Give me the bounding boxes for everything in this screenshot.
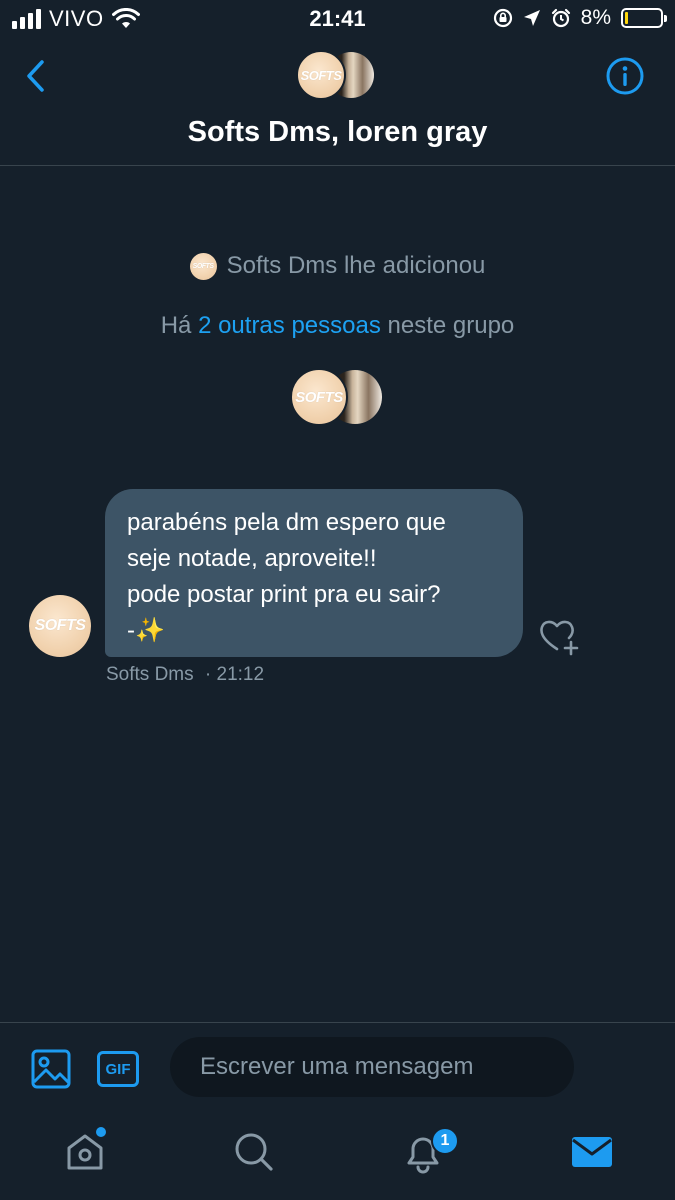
avatar-softs-dms: SOFTS (296, 50, 346, 100)
status-bar: VIVO 21:41 8% (0, 0, 675, 38)
group-info-prefix: Há (160, 312, 192, 339)
system-group-info: Há 2 outras pessoas neste grupo (0, 312, 675, 340)
system-added-message: SOFTS Softs Dms lhe adicionou (0, 252, 675, 280)
back-button[interactable] (20, 56, 52, 96)
avatar-softs-dms-center: SOFTS (290, 368, 348, 426)
orientation-lock-icon (493, 8, 512, 28)
avatar-softs-center-text: SOFTS (295, 388, 343, 406)
group-info-suffix: neste grupo (387, 312, 515, 339)
message-sender-avatar[interactable]: SOFTS (29, 595, 91, 657)
message-line: pode postar print pra eu sair? (127, 581, 441, 608)
battery-icon (621, 8, 667, 28)
message-line: parabéns pela dm espero que (127, 509, 446, 536)
info-button[interactable] (605, 56, 645, 96)
status-right: 8% (493, 6, 667, 30)
message-bubble[interactable]: parabéns pela dm espero que seje notade,… (105, 489, 523, 657)
voice-message-icon[interactable] (606, 1049, 644, 1089)
bottom-tab-bar: 1 (0, 1114, 675, 1200)
conversation-title: Softs Dms, loren gray (187, 116, 488, 148)
notification-count-badge: 1 (431, 1127, 459, 1155)
message-input[interactable] (170, 1037, 574, 1097)
search-icon[interactable] (232, 1130, 276, 1174)
message-line: -✨ (127, 617, 165, 644)
alarm-icon (551, 8, 570, 28)
media-button[interactable] (31, 1049, 71, 1089)
message-composer: GIF (0, 1022, 675, 1114)
group-members-link[interactable]: 2 outras pessoas (198, 312, 381, 339)
message-meta: Softs Dms · 21:12 (106, 664, 264, 686)
avatar-softs-text: SOFTS (300, 67, 342, 83)
group-members-avatars[interactable]: SOFTS (290, 368, 386, 426)
avatar-softs-dms-small: SOFTS (189, 252, 217, 280)
group-avatar-stack[interactable]: SOFTS (296, 50, 380, 100)
message-avatar-text: SOFTS (34, 617, 86, 634)
battery-percent: 8% (580, 6, 611, 29)
message-time: · 21:12 (204, 664, 265, 685)
message-sender: Softs Dms (106, 664, 194, 685)
messages-icon[interactable] (570, 1130, 614, 1174)
like-message-button[interactable] (538, 616, 580, 656)
avatar-softs-small-text: SOFTS (192, 262, 214, 270)
message-line: seje notade, aproveite!! (127, 545, 377, 572)
battery-level (625, 12, 628, 24)
location-icon (523, 10, 540, 26)
home-new-indicator (96, 1127, 106, 1137)
gif-button[interactable]: GIF (97, 1051, 139, 1087)
conversation-header: SOFTS Softs Dms, loren gray (0, 38, 675, 166)
added-text: Softs Dms lhe adicionou (226, 252, 486, 279)
